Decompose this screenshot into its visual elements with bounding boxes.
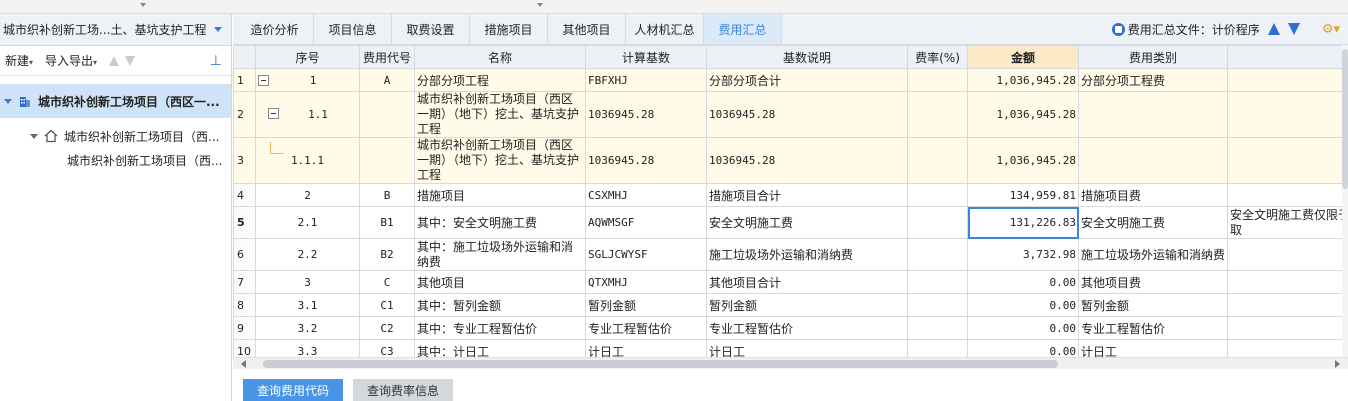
header-name[interactable]: 名称 [414, 45, 586, 69]
header-code[interactable]: 费用代号 [359, 45, 415, 69]
header-amount[interactable]: 金额 [967, 45, 1079, 69]
summary-file-value[interactable]: 计价程序 [1212, 21, 1260, 38]
tab-other-items[interactable]: 其他项目 [548, 14, 626, 44]
table-row[interactable]: 7 3 C 其他项目 QTXMHJ 其他项目合计 0.00 其他项目费 [233, 270, 1348, 294]
expand-icon[interactable] [4, 98, 12, 104]
arrow-up-icon[interactable] [1267, 23, 1280, 35]
expand-icon[interactable] [30, 133, 38, 139]
table-row[interactable]: 9 3.2 C2 其中：专业工程暂估价 专业工程暂估价 专业工程暂估价 0.00… [233, 316, 1348, 340]
header-rate[interactable]: 费率(%) [907, 45, 968, 69]
tab-project-info[interactable]: 项目信息 [314, 14, 392, 44]
project-panel: 城市织补创新工场...土、基坑支护工程 新建▾ 导入导出▾ ⊥ 城市织补创新工场… [0, 14, 232, 401]
header-seq[interactable]: 序号 [255, 45, 360, 69]
project-selector[interactable]: 城市织补创新工场...土、基坑支护工程 [0, 14, 231, 46]
tab-query-fee-code[interactable]: 查询费用代码 [243, 379, 344, 401]
new-button[interactable]: 新建▾ [5, 52, 33, 69]
scroll-right-icon[interactable] [1335, 360, 1340, 368]
move-up-icon[interactable] [109, 55, 120, 66]
horizontal-scrollbar[interactable] [233, 357, 1348, 369]
table-row[interactable]: 6 2.2 B2 其中：施工垃圾场外运输和消纳费 SGLJCWYSF 施工垃圾场… [233, 238, 1348, 271]
tab-measures[interactable]: 措施项目 [470, 14, 548, 44]
tree-root-label: 城市织补创新工场项目（西区一... [38, 94, 220, 109]
scroll-left-icon[interactable] [241, 360, 246, 368]
caret-down-icon [140, 3, 146, 7]
arrow-down-icon[interactable] [1287, 23, 1300, 35]
header-base[interactable]: 计算基数 [585, 45, 707, 69]
collapse-icon[interactable] [258, 74, 269, 86]
table-row[interactable]: 1 1 A 分部分项工程 FBFXHJ 分部分项合计 1,036,945.28 … [233, 68, 1348, 92]
table-row[interactable]: 2 1.1 城市织补创新工场项目（西区一期）（地下）挖土、基坑支护工程 1036… [233, 91, 1348, 138]
table-row[interactable]: 10 3.3 C3 其中：计日工 计日工 计日工 0.00 计日工 [233, 339, 1348, 357]
caret-down-icon [537, 3, 543, 7]
scroll-thumb[interactable] [263, 360, 1058, 368]
table-row[interactable]: 3 1.1.1 城市织补创新工场项目（西区一期）（地下）挖土、基坑支护工程 10… [233, 137, 1348, 184]
cost-summary-grid: 序号 费用代号 名称 计算基数 基数说明 费率(%) 金额 费用类别 1 1 A… [233, 45, 1348, 357]
tab-fee-settings[interactable]: 取费设置 [392, 14, 470, 44]
collapse-icon[interactable] [268, 108, 279, 119]
table-row-selected[interactable]: 5 2.1 B1 其中：安全文明施工费 AQWMSGF 安全文明施工费 131,… [233, 206, 1348, 239]
tree-node-level1[interactable]: 城市织补创新工场项目（西... [0, 124, 231, 148]
tree-node-label: 城市织补创新工场项目（西... [67, 153, 223, 168]
header-category[interactable]: 费用类别 [1078, 45, 1228, 69]
scroll-thumb[interactable] [1342, 49, 1348, 189]
tab-bar: 造价分析 项目信息 取费设置 措施项目 其他项目 人材机汇总 费用汇总 费用汇总… [233, 14, 1348, 45]
vertical-scrollbar[interactable] [1342, 45, 1348, 357]
pin-icon[interactable]: ⊥ [210, 53, 222, 69]
settings-icon[interactable]: ⚙▾ [1322, 22, 1340, 37]
main-area: 造价分析 项目信息 取费设置 措施项目 其他项目 人材机汇总 费用汇总 费用汇总… [233, 14, 1348, 401]
summary-file-label: 费用汇总文件： [1127, 22, 1212, 37]
tab-labor-material-summary[interactable]: 人材机汇总 [626, 14, 704, 44]
tab-query-rate-info[interactable]: 查询费率信息 [353, 379, 454, 401]
tab-cost-analysis[interactable]: 造价分析 [236, 14, 314, 44]
selected-amount-cell[interactable]: 131,226.83 [967, 206, 1079, 239]
tree-node-level2[interactable]: 城市织补创新工场项目（西... [0, 148, 231, 172]
table-row[interactable]: 4 2 B 措施项目 CSXMHJ 措施项目合计 134,959.81 措施项目… [233, 183, 1348, 207]
table-row[interactable]: 8 3.1 C1 其中：暂列金额 暂列金额 暂列金额 0.00 暂列金额 [233, 293, 1348, 317]
header-row-number [233, 45, 256, 69]
header-extra [1227, 45, 1348, 69]
document-icon [1111, 22, 1125, 36]
building-icon [18, 94, 32, 108]
project-toolbar: 新建▾ 导入导出▾ ⊥ [0, 46, 231, 76]
project-title: 城市织补创新工场...土、基坑支护工程 [3, 23, 207, 37]
tree-root-node[interactable]: 城市织补创新工场项目（西区一... [0, 84, 231, 118]
summary-file: 费用汇总文件： 计价程序 ⚙▾ [1111, 14, 1348, 44]
tab-cost-summary[interactable]: 费用汇总 [704, 14, 782, 44]
import-export-button[interactable]: 导入导出▾ [45, 52, 97, 69]
grid-header-row: 序号 费用代号 名称 计算基数 基数说明 费率(%) 金额 费用类别 [233, 45, 1348, 69]
move-down-icon[interactable] [125, 55, 136, 66]
bottom-tab-bar: 查询费用代码 查询费率信息 [233, 379, 454, 401]
chevron-down-icon [214, 27, 222, 32]
top-strip [0, 0, 1348, 14]
tree-node-label: 城市织补创新工场项目（西... [64, 129, 220, 144]
home-icon [44, 129, 58, 143]
header-base-desc[interactable]: 基数说明 [706, 45, 908, 69]
tree-connector [270, 142, 284, 154]
